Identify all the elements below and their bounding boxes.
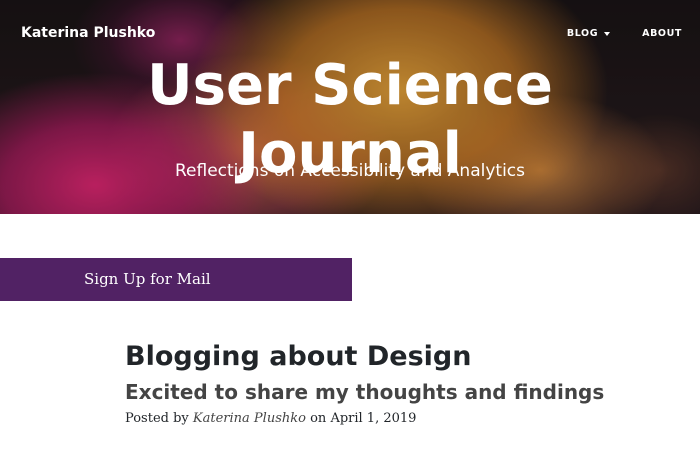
post-meta: Posted by Katerina Plushko on April 1, 2… <box>125 411 685 426</box>
main-nav: BLOG ABOUT <box>567 28 682 39</box>
nav-blog-label: BLOG <box>566 28 599 39</box>
post-meta-on: on <box>310 411 327 426</box>
site-title-line-1: User Science <box>147 52 553 118</box>
nav-blog-dropdown[interactable]: BLOG <box>566 28 611 39</box>
chevron-down-icon <box>604 31 611 36</box>
nav-about-link[interactable]: ABOUT <box>642 28 682 39</box>
site-brand-link[interactable]: Katerina Plushko <box>21 25 155 41</box>
post-title-link[interactable]: Blogging about Design <box>125 338 685 376</box>
post-meta-prefix: Posted by <box>125 411 189 426</box>
nav-about-label: ABOUT <box>642 28 682 39</box>
hero-header: Katerina Plushko BLOG ABOUT User Science… <box>0 0 700 214</box>
site-subtitle: Reflections on Accessibility and Analyti… <box>174 161 526 181</box>
post-preview: Blogging about Design Excited to share m… <box>125 338 685 426</box>
signup-mail-button[interactable]: Sign Up for Mail <box>0 258 352 301</box>
post-subtitle: Excited to share my thoughts and finding… <box>125 380 605 404</box>
post-date: April 1, 2019 <box>330 411 417 426</box>
post-author-link[interactable]: Katerina Plushko <box>193 411 306 426</box>
